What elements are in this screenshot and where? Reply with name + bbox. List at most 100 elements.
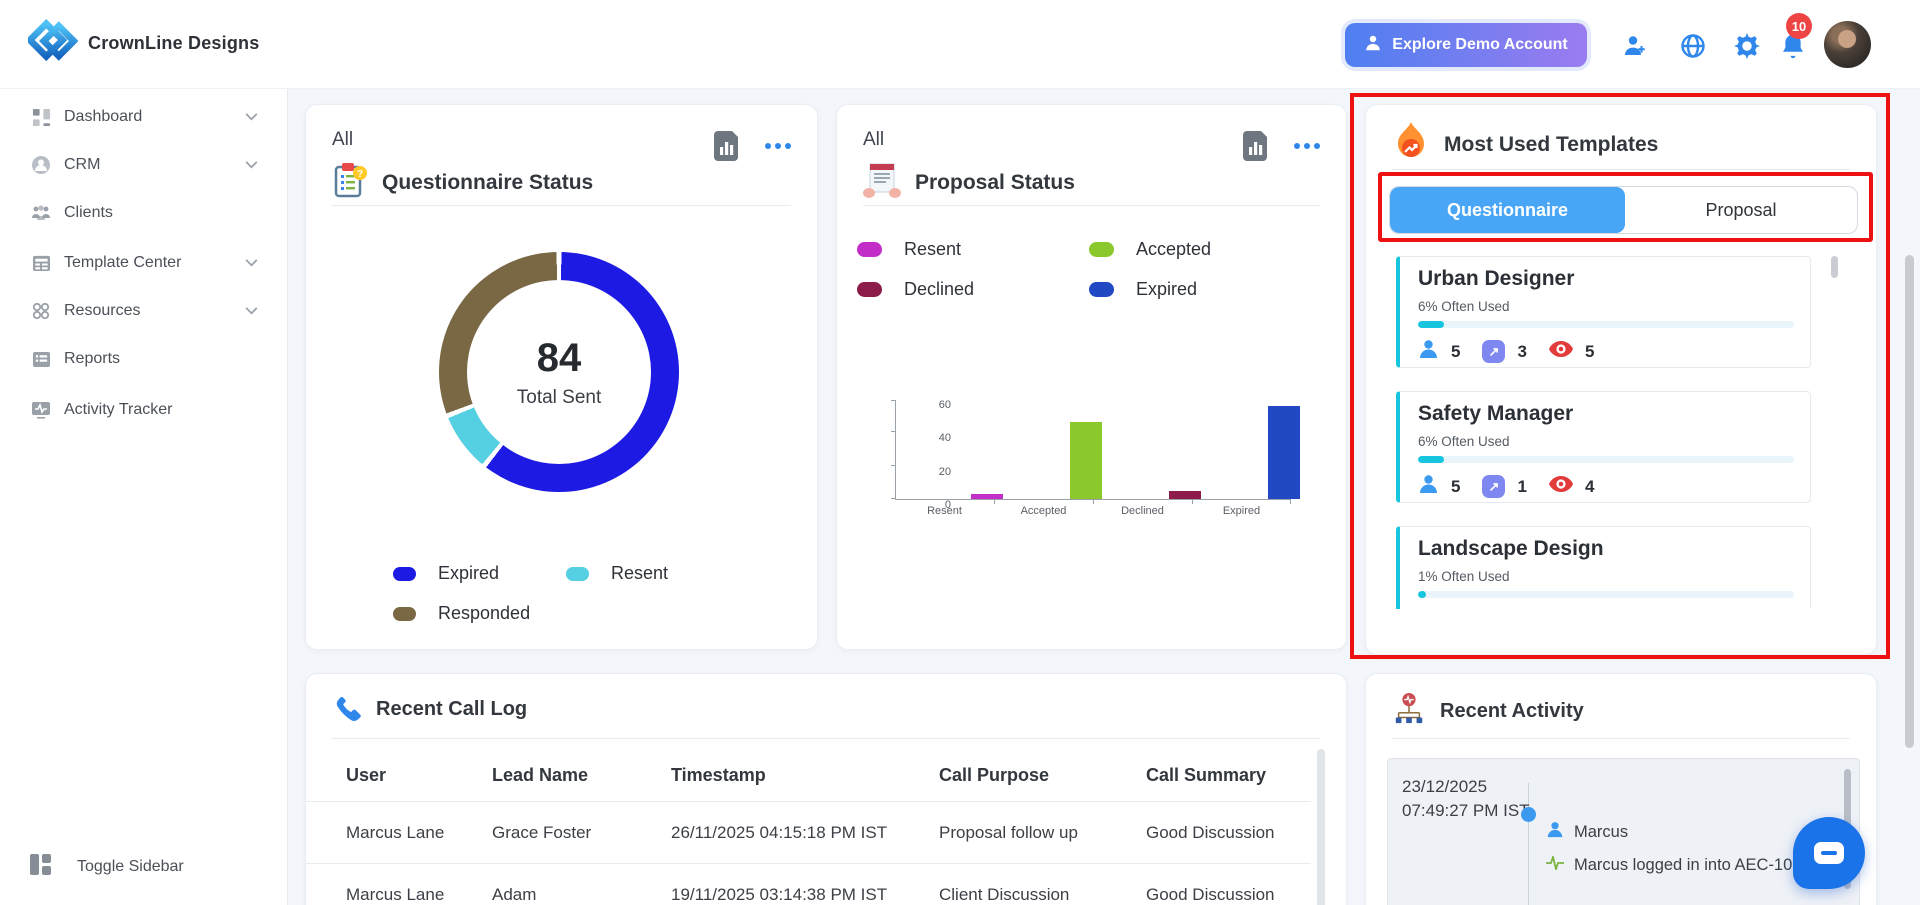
timeline-date: 23/12/2025 [1402, 901, 1487, 905]
flame-icon [1392, 121, 1430, 168]
sidebar: Dashboard CRM Clients Template Center Re… [0, 89, 288, 905]
questionnaire-filter[interactable]: All [332, 129, 353, 151]
chevron-down-icon [245, 156, 258, 174]
gear-icon[interactable] [1732, 31, 1762, 61]
tab-questionnaire[interactable]: Questionnaire [1390, 187, 1625, 233]
brand-name: CrownLine Designs [88, 33, 260, 53]
shares-icon: ↗ [1482, 340, 1506, 363]
bar-accepted [1070, 422, 1102, 499]
templates-list: Urban Designer 6% Often Used 5 ↗ 3 5 Saf… [1366, 256, 1878, 609]
donut-total: 84 [536, 335, 582, 380]
questionnaire-donut-chart: 84 Total Sent [439, 252, 679, 492]
more-options-icon[interactable] [1294, 143, 1320, 149]
template-center-icon [30, 254, 52, 272]
brand[interactable]: CrownLine Designs [25, 16, 260, 71]
legend-item: Expired [393, 563, 566, 584]
chevron-down-icon [245, 108, 258, 126]
notification-badge: 10 [1786, 13, 1812, 39]
templates-scrollbar[interactable] [1831, 256, 1838, 278]
sidebar-item-resources[interactable]: Resources [0, 291, 288, 331]
explore-demo-account-button[interactable]: Explore Demo Account [1345, 23, 1587, 67]
proposal-card-title: Proposal Status [915, 170, 1075, 194]
users-icon [1418, 339, 1439, 364]
proposal-icon [863, 161, 901, 204]
timeline-date: 23/12/2025 07:49:27 PM IST [1402, 777, 1530, 820]
legend-item: Responded [393, 603, 566, 624]
table-row: Marcus Lane Grace Foster 26/11/2025 04:1… [306, 802, 1311, 864]
proposal-bar-chart: 0 20 40 60 [891, 399, 1300, 511]
reports-icon [30, 351, 52, 368]
bar-expired [1268, 405, 1300, 499]
questionnaire-icon: ? [332, 161, 368, 204]
call-log-scrollbar[interactable] [1317, 749, 1325, 905]
chart-export-icon[interactable] [709, 129, 743, 163]
legend-item: Resent [857, 239, 1089, 260]
questionnaire-status-card: All ? Questionnaire Status 84 Total Sent… [305, 104, 818, 650]
templates-tabs: Questionnaire Proposal [1389, 186, 1858, 234]
activity-tracker-icon [30, 401, 52, 419]
template-item-safety-manager[interactable]: Safety Manager 6% Often Used 5 ↗ 1 4 [1396, 391, 1811, 503]
pulse-icon [1546, 853, 1564, 875]
page-scrollbar[interactable] [1905, 255, 1914, 748]
dashboard-icon [30, 108, 52, 127]
chevron-down-icon [245, 302, 258, 320]
globe-icon[interactable] [1678, 31, 1708, 61]
chat-fab-button[interactable] [1793, 817, 1865, 889]
bar-resent [971, 494, 1003, 499]
questionnaire-card-title: Questionnaire Status [382, 170, 594, 194]
chart-export-icon[interactable] [1238, 129, 1272, 163]
crm-icon [30, 155, 52, 175]
toggle-sidebar-icon [30, 854, 51, 880]
more-options-icon[interactable] [765, 143, 791, 149]
sidebar-item-crm[interactable]: CRM [0, 145, 288, 185]
sidebar-item-reports[interactable]: Reports [0, 339, 288, 379]
toggle-sidebar-button[interactable]: Toggle Sidebar [0, 847, 288, 887]
sidebar-item-dashboard[interactable]: Dashboard [0, 97, 288, 137]
activity-title: Recent Activity [1440, 700, 1584, 722]
sidebar-item-activity-tracker[interactable]: Activity Tracker [0, 390, 288, 430]
donut-total-label: Total Sent [516, 386, 602, 408]
table-header-row: User Lead Name Timestamp Call Purpose Ca… [306, 749, 1311, 802]
legend-item: Expired [1089, 279, 1287, 300]
add-user-icon[interactable] [1620, 31, 1650, 61]
top-header: CrownLine Designs Explore Demo Account 1… [0, 0, 1920, 89]
table-row: Marcus Lane Adam 19/11/2025 03:14:38 PM … [306, 864, 1311, 905]
bar-declined [1169, 490, 1201, 499]
timeline-user-row: Marcus [1546, 821, 1628, 843]
sidebar-item-template-center[interactable]: Template Center [0, 243, 288, 283]
sidebar-item-clients[interactable]: Clients [0, 193, 288, 233]
legend-item: Resent [566, 563, 668, 584]
recent-call-log-card: Recent Call Log User Lead Name Timestamp… [305, 673, 1347, 905]
proposal-filter[interactable]: All [863, 129, 884, 151]
chat-icon [1814, 842, 1844, 864]
resources-icon [30, 302, 52, 320]
views-icon [1548, 476, 1573, 497]
svg-text:?: ? [357, 169, 363, 180]
usage-progress [1418, 456, 1794, 463]
recent-activity-icon [1392, 692, 1426, 731]
call-log-table: User Lead Name Timestamp Call Purpose Ca… [306, 749, 1311, 905]
timeline-dot [1521, 807, 1536, 822]
proposal-legend: Resent Accepted Declined Expired [857, 239, 1287, 300]
template-item-landscape-design[interactable]: Landscape Design 1% Often Used ↗ [1396, 526, 1811, 609]
activity-timeline: 23/12/2025 07:49:27 PM IST Marcus Marcus… [1387, 758, 1860, 905]
brand-logo-icon [25, 16, 79, 71]
user-avatar[interactable] [1824, 21, 1871, 68]
most-used-templates-card: Most Used Templates Questionnaire Propos… [1365, 104, 1877, 655]
usage-progress [1418, 321, 1794, 328]
templates-card-title: Most Used Templates [1444, 132, 1659, 156]
person-icon [1546, 821, 1564, 843]
call-log-title: Recent Call Log [376, 698, 528, 720]
tab-proposal[interactable]: Proposal [1625, 187, 1857, 233]
phone-icon [332, 692, 362, 727]
usage-progress [1418, 591, 1794, 598]
legend-item: Accepted [1089, 239, 1287, 260]
timeline-event-row: Marcus logged in into AEC-1015 [1546, 853, 1811, 875]
chevron-down-icon [245, 254, 258, 272]
person-icon [1364, 34, 1382, 57]
template-item-urban-designer[interactable]: Urban Designer 6% Often Used 5 ↗ 3 5 [1396, 256, 1811, 368]
main-content: All ? Questionnaire Status 84 Total Sent… [288, 89, 1920, 905]
views-icon [1548, 341, 1573, 362]
bar-chart-x-labels: Resent Accepted Declined Expired [927, 505, 1261, 517]
questionnaire-legend: Expired Resent Responded [393, 563, 668, 624]
